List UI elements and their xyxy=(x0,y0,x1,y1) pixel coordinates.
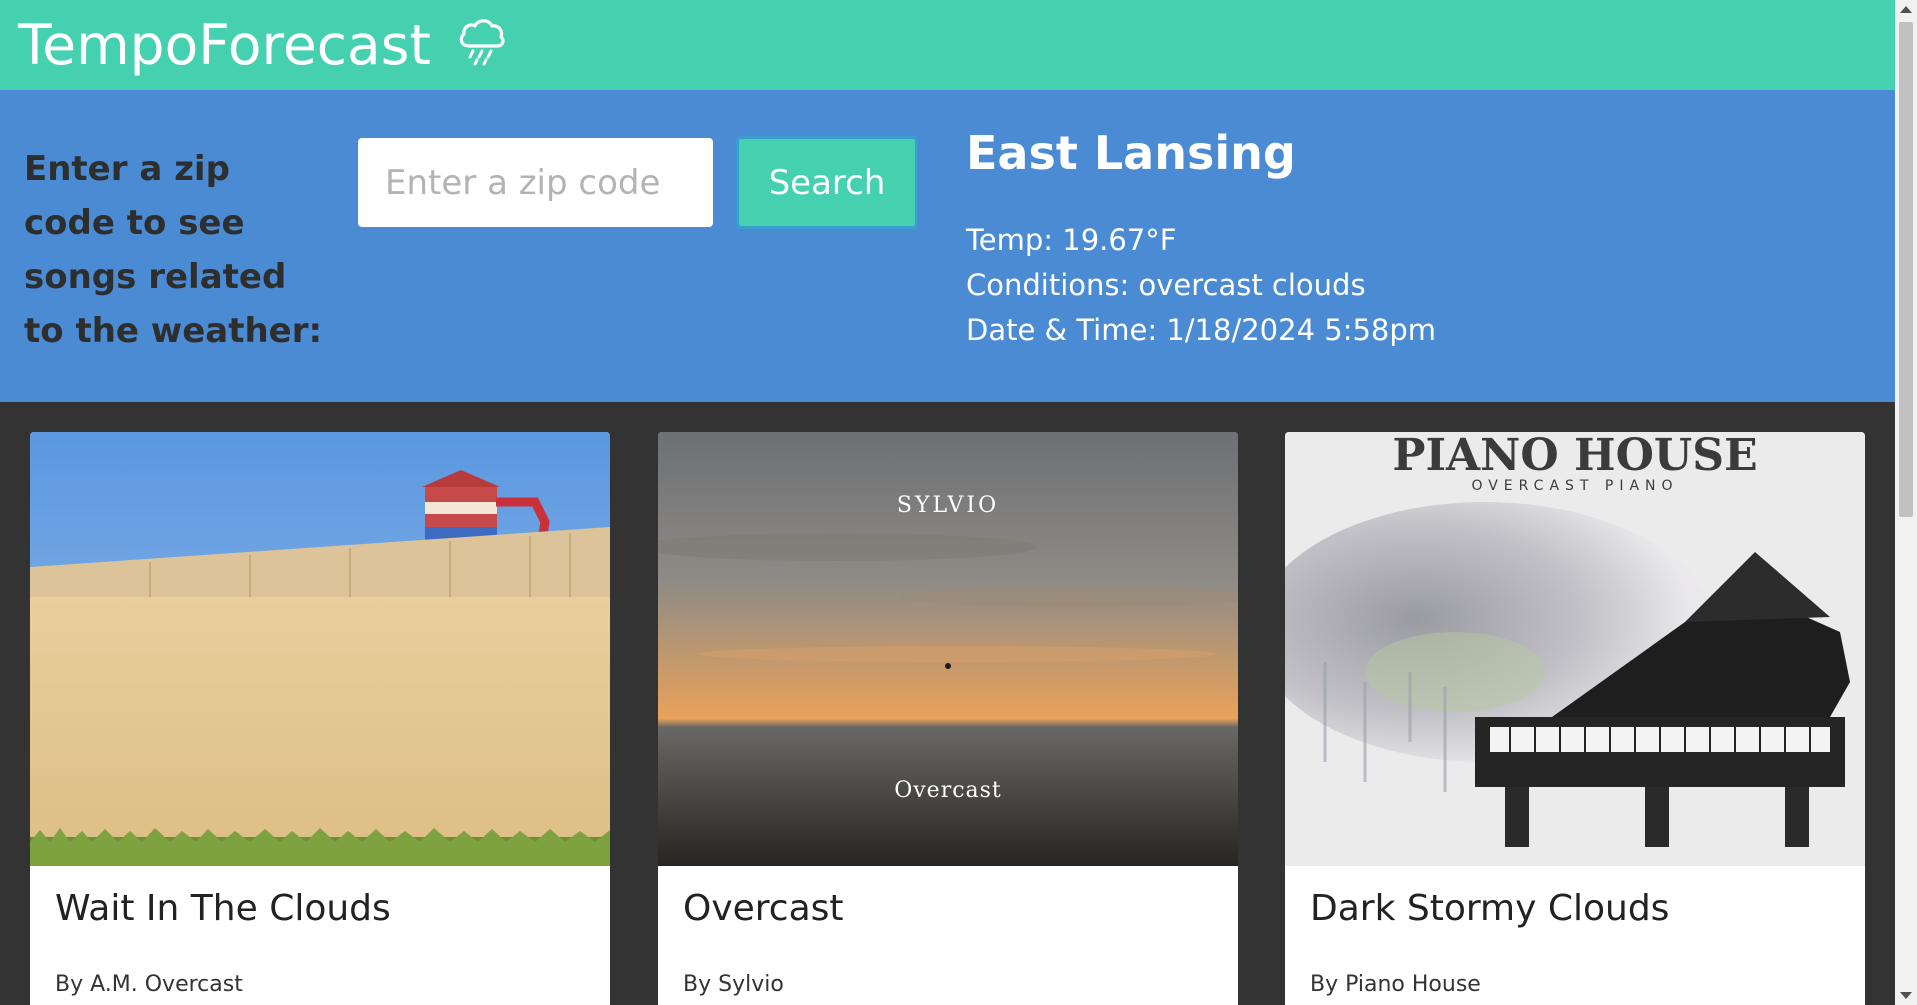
brand[interactable]: TempoForecast xyxy=(18,12,509,77)
album-art xyxy=(30,432,610,866)
album-art: SYLVIO Overcast xyxy=(658,432,1238,866)
zip-code-input[interactable] xyxy=(358,138,713,227)
art-text-album: OVERCAST PIANO xyxy=(1471,478,1678,494)
page: TempoForecast Enter a zip code to see so… xyxy=(0,0,1895,1005)
zip-prompt: Enter a zip code to see songs related to… xyxy=(24,149,323,351)
song-card[interactable]: SYLVIO Overcast Overcast By Sylvio xyxy=(658,432,1238,1005)
cloud-rain-icon xyxy=(459,19,505,66)
weather-section: Enter a zip code to see songs related to… xyxy=(0,90,1895,402)
conditions: Conditions: overcast clouds xyxy=(966,268,1366,302)
song-title: Dark Stormy Clouds xyxy=(1310,888,1670,929)
art-text-brand: PIANO HOUSE xyxy=(1392,432,1757,481)
navbar: TempoForecast xyxy=(0,0,1895,90)
song-title: Overcast xyxy=(683,888,844,929)
date-time: Date & Time: 1/18/2024 5:58pm xyxy=(966,313,1437,347)
brand-name: TempoForecast xyxy=(18,12,431,77)
song-artist: By Piano House xyxy=(1310,972,1481,997)
temperature: Temp: 19.67°F xyxy=(966,223,1177,257)
song-artist: By Sylvio xyxy=(683,972,784,997)
scroll-thumb[interactable] xyxy=(1899,22,1913,517)
song-card[interactable]: PIANO HOUSE OVERCAST PIANO Dark Stormy C… xyxy=(1285,432,1865,1005)
scroll-up-arrow-icon[interactable] xyxy=(1900,6,1912,13)
art-text-title: Overcast xyxy=(894,778,1002,803)
search-button[interactable]: Search xyxy=(736,136,918,229)
album-art: PIANO HOUSE OVERCAST PIANO xyxy=(1285,432,1865,866)
art-text-artist: SYLVIO xyxy=(897,493,999,518)
scroll-down-arrow-icon[interactable] xyxy=(1900,992,1912,999)
song-card[interactable]: Wait In The Clouds By A.M. Overcast xyxy=(30,432,610,1005)
song-title: Wait In The Clouds xyxy=(55,888,391,929)
song-artist: By A.M. Overcast xyxy=(55,972,243,997)
city-name: East Lansing xyxy=(966,126,1296,180)
vertical-scrollbar[interactable] xyxy=(1895,0,1917,1005)
